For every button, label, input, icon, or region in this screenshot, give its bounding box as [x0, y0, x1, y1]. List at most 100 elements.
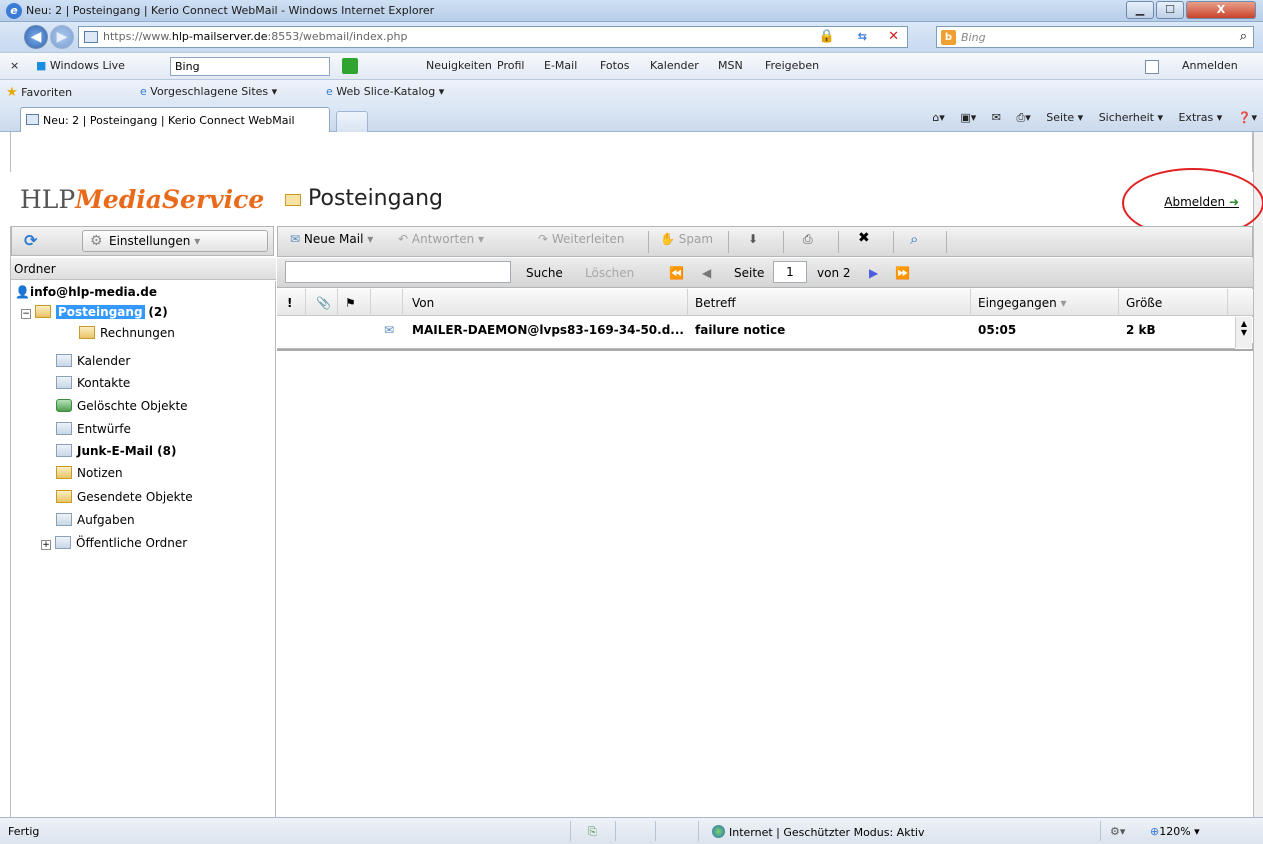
suggested-sites[interactable]: e Vorgeschlagene Sites ▾ — [140, 85, 277, 98]
zoom-level[interactable]: ⊕120% ▾ — [1150, 825, 1200, 838]
feeds-icon[interactable]: ▣▾ — [960, 111, 976, 124]
lock-icon[interactable]: 🔒 — [819, 29, 835, 44]
favorites-button[interactable]: ★ Favoriten — [6, 85, 72, 100]
expand-icon: + — [41, 540, 51, 550]
forward-button[interactable]: ↷ Weiterleiten — [538, 232, 625, 246]
priority-column[interactable]: ! — [287, 296, 292, 310]
previous-page-icon[interactable]: ◀ — [702, 266, 711, 280]
tasks-icon — [56, 513, 72, 526]
move-icon[interactable]: ⬇ — [748, 232, 758, 246]
close-toolbar-button[interactable]: × — [10, 59, 19, 72]
status-bar: Fertig ⎘ Internet | Geschützter Modus: A… — [0, 817, 1263, 844]
new-tab-button[interactable] — [336, 111, 368, 132]
link-fotos[interactable]: Fotos — [600, 59, 629, 72]
maximize-button[interactable]: ☐ — [1156, 1, 1184, 19]
compat-icon[interactable]: ⎘ — [588, 825, 597, 839]
help-icon[interactable]: ❓▾ — [1238, 111, 1257, 124]
tab-bar: Neu: 2 | Posteingang | Kerio Connect Web… — [0, 104, 1263, 132]
safety-menu[interactable]: Sicherheit ▾ — [1099, 111, 1163, 124]
delete-icon[interactable]: ✖ — [858, 230, 870, 246]
hlp-mediaservice-logo: HLPMediaService — [20, 185, 265, 214]
first-page-icon[interactable]: ⏪ — [669, 266, 684, 280]
drafts-icon — [56, 422, 72, 435]
windows-live-toolbar: × ■ Windows Live Bing Neuigkeiten Profil… — [0, 52, 1263, 80]
folder-junk[interactable]: Junk-E-Mail (8) — [56, 441, 176, 461]
back-button[interactable]: ◀ — [24, 25, 48, 49]
search-icon[interactable]: ⌕ — [910, 230, 918, 248]
link-freigeben[interactable]: Freigeben — [765, 59, 819, 72]
url-field[interactable]: https://www.hlp-mailserver.de:8553/webma… — [78, 26, 908, 48]
web-slice-gallery[interactable]: e Web Slice-Katalog ▾ — [326, 85, 444, 98]
flag-column-icon[interactable]: ⚑ — [345, 296, 356, 310]
new-mail-button[interactable]: ✉ Neue Mail ▾ — [290, 232, 373, 246]
stop-icon[interactable]: ✕ — [888, 29, 899, 44]
envelope-icon: ✉ — [290, 232, 301, 246]
home-icon[interactable]: ⌂▾ — [932, 111, 945, 124]
spam-button[interactable]: ✋ Spam — [660, 232, 713, 246]
page-number-input[interactable]: 1 — [773, 261, 807, 283]
page-menu[interactable]: Seite ▾ — [1046, 111, 1083, 124]
print-icon[interactable]: ⎙▾ — [1016, 111, 1030, 124]
live-signin-link[interactable]: Anmelden — [1182, 59, 1238, 72]
windows-live-logo[interactable]: ■ Windows Live — [36, 59, 125, 72]
search-button[interactable]: Suche — [526, 266, 563, 280]
tools-menu[interactable]: Extras ▾ — [1178, 111, 1222, 124]
size-column[interactable]: Größe — [1126, 296, 1162, 310]
browser-scrollbar[interactable] — [1253, 132, 1263, 818]
folder-kontakte[interactable]: Kontakte — [56, 373, 130, 393]
protected-mode-icon[interactable]: ⚙▾ — [1110, 825, 1125, 838]
link-kalender[interactable]: Kalender — [650, 59, 699, 72]
message-list-scrollbar[interactable]: ▲ ▼ — [1235, 317, 1252, 348]
read-mail-icon[interactable]: ✉ — [992, 111, 1001, 124]
folder-notizen[interactable]: Notizen — [56, 463, 123, 483]
zoom-icon: ⊕ — [1150, 825, 1160, 838]
folder-kalender[interactable]: Kalender — [56, 351, 130, 371]
security-zone[interactable]: Internet | Geschützter Modus: Aktiv — [712, 825, 924, 839]
last-page-icon[interactable]: ⏩ — [895, 266, 910, 280]
account-node[interactable]: 👤info@hlp-media.de — [15, 282, 157, 302]
message-row[interactable]: ✉ MAILER-DAEMON@lvps83-169-34-50.d... fa… — [277, 317, 1253, 343]
folder-posteingang[interactable]: − Posteingang (2) — [21, 302, 168, 322]
minimize-button[interactable]: ▁ — [1126, 1, 1154, 19]
refresh-icon[interactable]: ⟳ — [24, 231, 37, 250]
link-profil[interactable]: Profil — [497, 59, 524, 72]
folder-gesendete-objekte[interactable]: Gesendete Objekte — [56, 487, 193, 507]
settings-button[interactable]: ⚙ Einstellungen ▾ — [82, 230, 268, 252]
search-input[interactable]: b Bing ⌕ — [936, 26, 1254, 48]
folder-oeffentliche-ordner[interactable]: + Öffentliche Ordner — [41, 533, 187, 553]
clear-search-button[interactable]: Löschen — [585, 266, 634, 280]
folders-header: Ordner — [11, 258, 276, 280]
thumbs-down-icon: ✋ — [660, 232, 675, 246]
subject-column[interactable]: Betreff — [695, 296, 736, 310]
search-icon[interactable]: ⌕ — [1240, 29, 1247, 44]
mail-search-input[interactable] — [285, 261, 511, 283]
received-column[interactable]: Eingegangen ▾ — [978, 296, 1067, 310]
forward-button[interactable]: ▶ — [50, 25, 74, 49]
message-from: MAILER-DAEMON@lvps83-169-34-50.d... — [412, 323, 684, 337]
link-msn[interactable]: MSN — [718, 59, 743, 72]
attachment-column-icon[interactable]: 📎 — [316, 296, 331, 310]
folder-tree: 👤info@hlp-media.de − Posteingang (2) Rech… — [11, 281, 276, 817]
folder-entwuerfe[interactable]: Entwürfe — [56, 419, 131, 439]
link-email[interactable]: E-Mail — [544, 59, 577, 72]
sent-folder-icon — [56, 490, 72, 503]
close-window-button[interactable]: X — [1186, 1, 1256, 19]
live-search-input[interactable]: Bing — [170, 57, 330, 76]
refresh-icon[interactable]: ⇆ — [858, 30, 867, 43]
folder-rechnungen[interactable]: Rechnungen — [79, 323, 175, 343]
tab-webmail[interactable]: Neu: 2 | Posteingang | Kerio Connect Web… — [20, 107, 330, 132]
folder-aufgaben[interactable]: Aufgaben — [56, 510, 135, 530]
trash-icon — [56, 399, 72, 412]
next-page-icon[interactable]: ▶ — [869, 266, 878, 280]
collapse-icon: − — [21, 309, 31, 319]
print-icon[interactable]: ⎙ — [803, 232, 813, 247]
link-neuigkeiten[interactable]: Neuigkeiten — [426, 59, 492, 72]
junk-folder-icon — [56, 444, 72, 457]
window-title: Neu: 2 | Posteingang | Kerio Connect Web… — [26, 4, 435, 17]
folder-geloeschte-objekte[interactable]: Gelöschte Objekte — [56, 396, 188, 416]
reply-button[interactable]: ↶ Antworten ▾ — [398, 232, 484, 246]
inbox-folder-icon — [285, 194, 301, 206]
sort-desc-icon: ▾ — [1060, 296, 1067, 310]
live-search-button[interactable] — [342, 58, 358, 74]
from-column[interactable]: Von — [412, 296, 434, 310]
